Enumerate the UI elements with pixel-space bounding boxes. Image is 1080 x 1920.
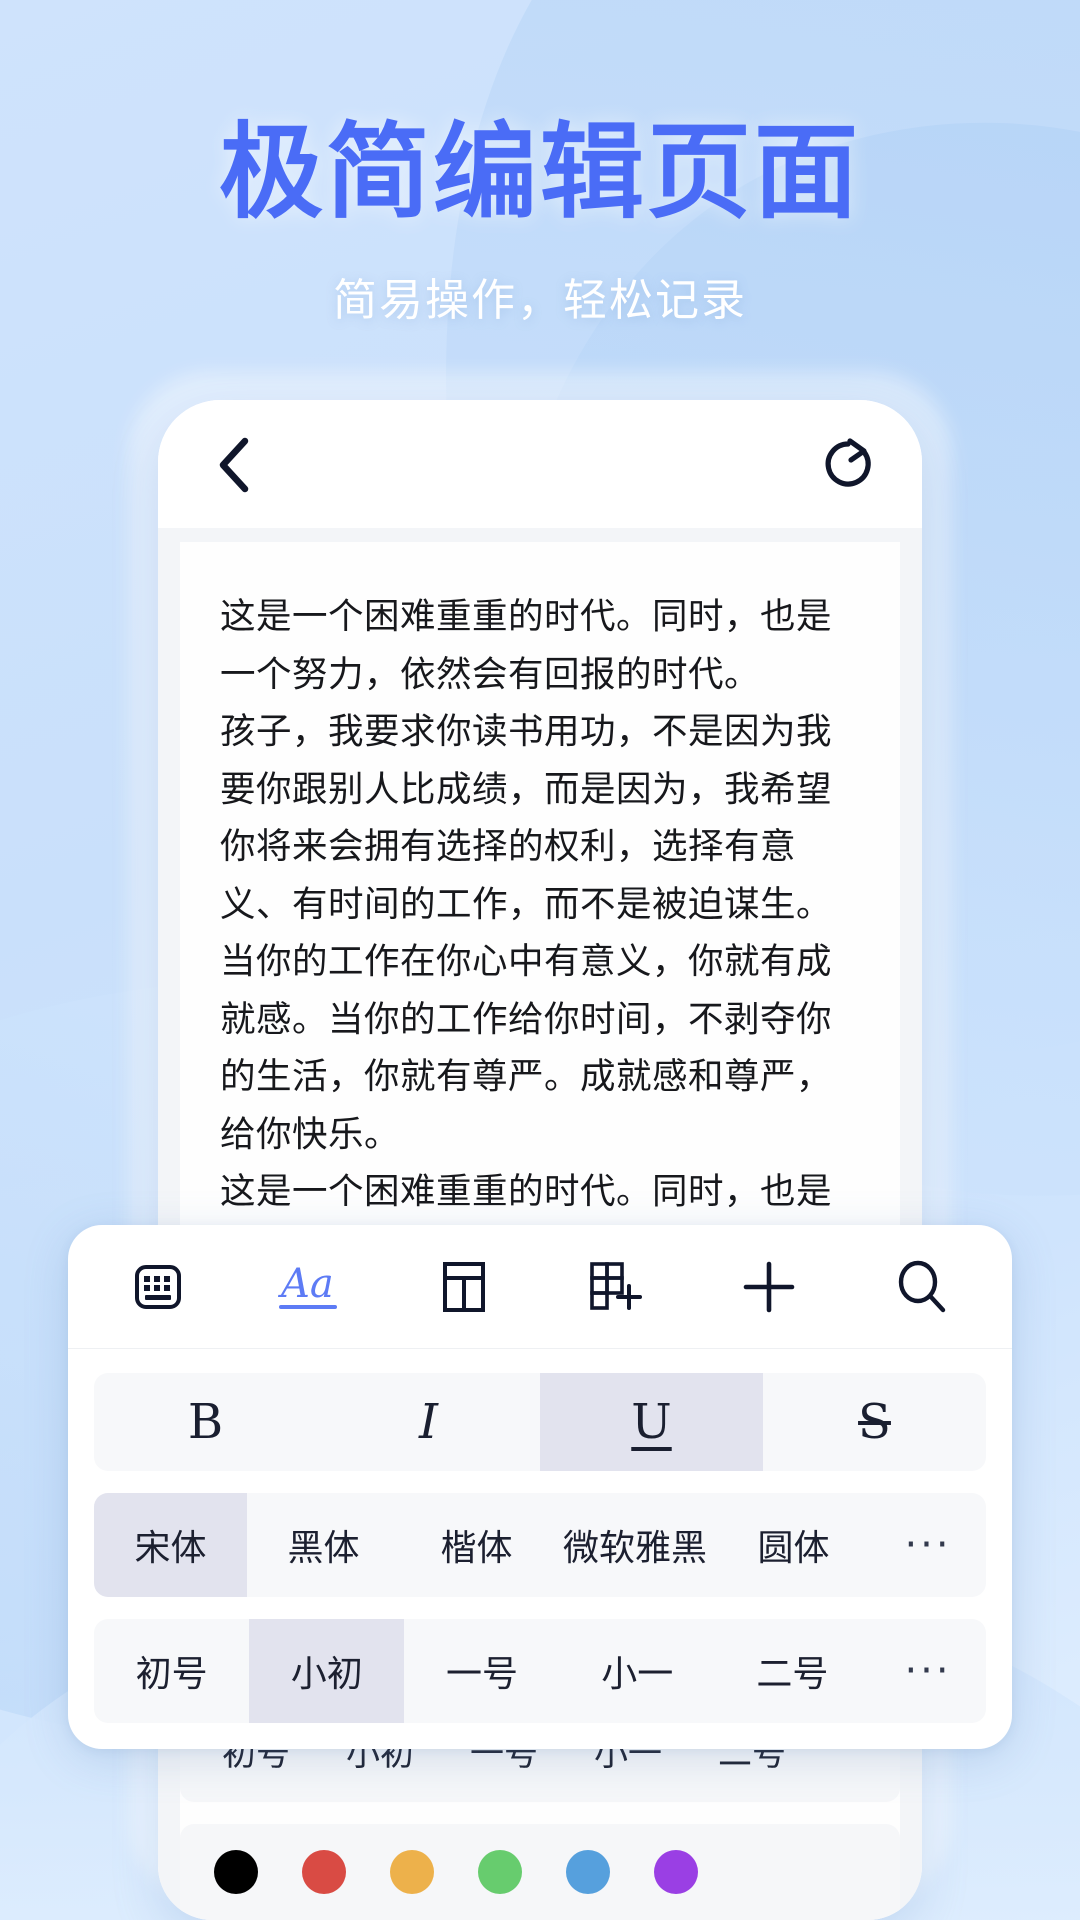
editor-navbar (158, 400, 922, 528)
chevron-left-icon (213, 435, 257, 495)
color-swatch-green[interactable] (478, 1850, 522, 1894)
italic-button[interactable]: I (317, 1373, 540, 1471)
toolbar-font-button[interactable]: Aa (265, 1241, 357, 1333)
search-icon (892, 1257, 952, 1317)
document-text[interactable]: 这是一个困难重重的时代。同时，也是一个努力，依然会有回报的时代。 孩子，我要求你… (220, 588, 860, 1278)
strikethrough-label: S (858, 1394, 891, 1450)
font-chip-yahei[interactable]: 微软雅黑 (553, 1493, 717, 1597)
back-button[interactable] (202, 432, 268, 498)
svg-text:Aa: Aa (278, 1261, 334, 1307)
format-toolbar: Aa (68, 1225, 1012, 1349)
color-palette-row[interactable] (180, 1824, 900, 1920)
toolbar-table-button[interactable] (418, 1241, 510, 1333)
bold-label: B (187, 1394, 224, 1450)
underline-button[interactable]: U (540, 1373, 763, 1471)
font-chip-kaiti[interactable]: 楷体 (400, 1493, 553, 1597)
toolbar-insert-table-button[interactable] (570, 1241, 662, 1333)
color-swatch-purple[interactable] (654, 1850, 698, 1894)
font-chip-yuanti[interactable]: 圆体 (717, 1493, 870, 1597)
redo-circular-arrow-icon (819, 435, 877, 493)
font-family-row: 宋体 黑体 楷体 微软雅黑 圆体 ··· (94, 1493, 986, 1597)
table-icon (436, 1258, 492, 1316)
table-insert-icon (585, 1258, 647, 1316)
font-chip-songti[interactable]: 宋体 (94, 1493, 247, 1597)
font-more-button[interactable]: ··· (870, 1493, 986, 1597)
italic-label: I (419, 1394, 438, 1450)
underline-label: U (631, 1394, 672, 1450)
size-chip-erhao[interactable]: 二号 (715, 1619, 870, 1723)
size-more-button[interactable]: ··· (870, 1619, 986, 1723)
font-chip-heiti[interactable]: 黑体 (247, 1493, 400, 1597)
strikethrough-button[interactable]: S (763, 1373, 986, 1471)
size-chip-chuhao[interactable]: 初号 (94, 1619, 249, 1723)
hero-section: 极简编辑页面 简易操作，轻松记录 (0, 118, 1080, 328)
size-chip-xiaoyi[interactable]: 小一 (560, 1619, 715, 1723)
color-swatch-blue[interactable] (566, 1850, 610, 1894)
toolbar-keyboard-button[interactable] (112, 1241, 204, 1333)
redo-button[interactable] (814, 430, 882, 498)
size-chip-xiaochu[interactable]: 小初 (249, 1619, 405, 1723)
format-panel: Aa B I U S 宋体 黑体 楷体 微软雅黑 圆体 ··· 初号 小初 一号… (68, 1225, 1012, 1749)
color-swatch-black[interactable] (214, 1850, 258, 1894)
plus-icon (739, 1257, 799, 1317)
color-swatch-red[interactable] (302, 1850, 346, 1894)
page-subtitle: 简易操作，轻松记录 (333, 276, 747, 326)
text-style-row: B I U S (94, 1373, 986, 1471)
bold-button[interactable]: B (94, 1373, 317, 1471)
font-size-row: 初号 小初 一号 小一 二号 ··· (94, 1619, 986, 1723)
font-aa-icon: Aa (278, 1257, 344, 1317)
keyboard-icon (129, 1258, 187, 1316)
document-text-content: 这是一个困难重重的时代。同时，也是一个努力，依然会有回报的时代。 孩子，我要求你… (220, 596, 833, 1270)
size-chip-yihao[interactable]: 一号 (404, 1619, 559, 1723)
page-title: 极简编辑页面 (218, 115, 861, 231)
color-swatch-orange[interactable] (390, 1850, 434, 1894)
toolbar-search-button[interactable] (876, 1241, 968, 1333)
toolbar-add-button[interactable] (723, 1241, 815, 1333)
